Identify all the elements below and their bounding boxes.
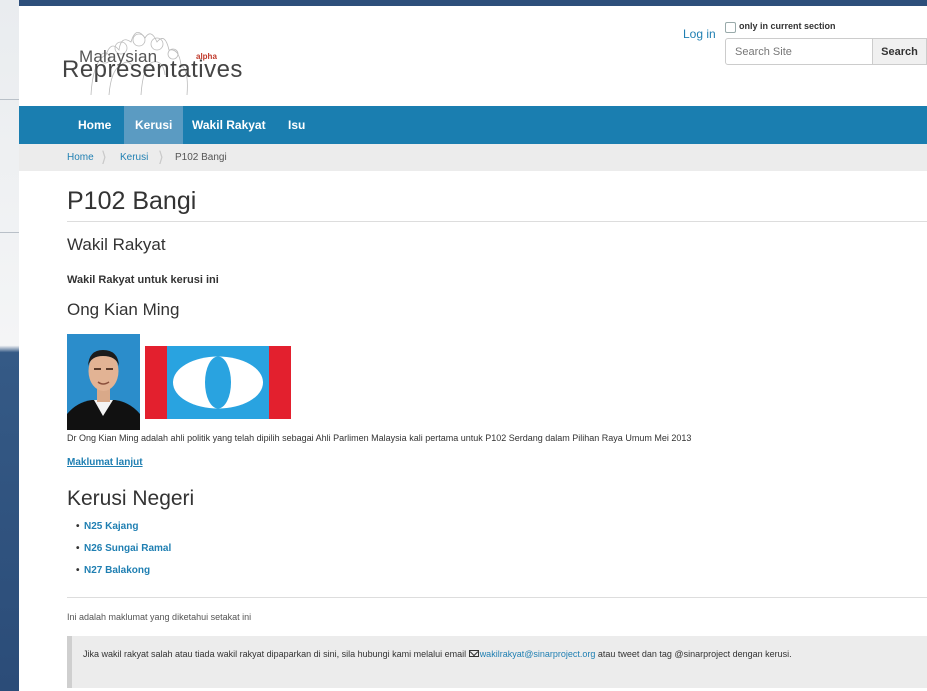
list-item[interactable]: N27 Balakong — [67, 565, 171, 587]
state-seats-heading: Kerusi Negeri — [67, 487, 195, 510]
breadcrumb-kerusi[interactable]: Kerusi — [120, 144, 148, 171]
section-filter-label: only in current section — [739, 21, 836, 31]
contact-email-link[interactable]: wakilrakyat@sinarproject.org — [480, 649, 596, 659]
mail-icon — [468, 650, 479, 658]
site-header: Malaysian Representatives alpha Log in o… — [19, 6, 927, 106]
list-item[interactable]: N25 Kajang — [67, 521, 171, 543]
breadcrumb: Home ⟩ Kerusi ⟩ P102 Bangi — [19, 144, 927, 171]
title-divider — [67, 221, 927, 222]
contact-callout: Jika wakil rakyat salah atau tiada wakil… — [67, 636, 927, 688]
search-input[interactable] — [725, 38, 873, 65]
nav-item-isu[interactable]: Isu — [277, 106, 316, 144]
rep-subheading: Wakil Rakyat untuk kerusi ini — [67, 274, 219, 286]
state-seat-list: N25 Kajang N26 Sungai Ramal N27 Balakong — [67, 521, 171, 587]
nav-item-wakil-rakyat[interactable]: Wakil Rakyat — [181, 106, 277, 144]
background-line — [0, 232, 19, 233]
section-filter-checkbox[interactable] — [725, 22, 736, 33]
login-link[interactable]: Log in — [683, 27, 716, 41]
rep-photo[interactable] — [67, 334, 140, 430]
callout-text-prefix: Jika wakil rakyat salah atau tiada wakil… — [83, 649, 469, 659]
page-title: P102 Bangi — [67, 187, 197, 215]
nav-item-kerusi[interactable]: Kerusi — [124, 106, 184, 144]
desktop-background — [0, 0, 19, 691]
callout-text-suffix: atau tweet dan tag @sinarproject dengan … — [595, 649, 792, 659]
rep-bio: Dr Ong Kian Ming adalah ahli politik yan… — [67, 433, 692, 443]
background-line — [0, 99, 19, 100]
breadcrumb-chevron-icon: ⟩ — [158, 149, 164, 166]
alpha-badge: alpha — [196, 52, 217, 61]
breadcrumb-home[interactable]: Home — [67, 144, 94, 171]
breadcrumb-current: P102 Bangi — [175, 152, 227, 163]
site-logo[interactable]: Malaysian Representatives alpha — [59, 20, 242, 96]
more-info-link[interactable]: Maklumat lanjut — [67, 457, 143, 468]
footer-note: Ini adalah maklumat yang diketahui setak… — [67, 612, 252, 622]
list-item[interactable]: N26 Sungai Ramal — [67, 543, 171, 565]
breadcrumb-chevron-icon: ⟩ — [101, 149, 107, 166]
main-nav: Home Kerusi Wakil Rakyat Isu — [19, 106, 927, 144]
browser-page: Malaysian Representatives alpha Log in o… — [19, 6, 927, 691]
rep-name: Ong Kian Ming — [67, 300, 180, 319]
party-flag-image — [145, 346, 291, 419]
rep-heading: Wakil Rakyat — [67, 235, 166, 254]
nav-item-home[interactable]: Home — [67, 106, 122, 144]
footer-divider — [67, 597, 927, 598]
rep-photo-image — [67, 334, 140, 430]
search-button[interactable]: Search — [873, 38, 927, 65]
